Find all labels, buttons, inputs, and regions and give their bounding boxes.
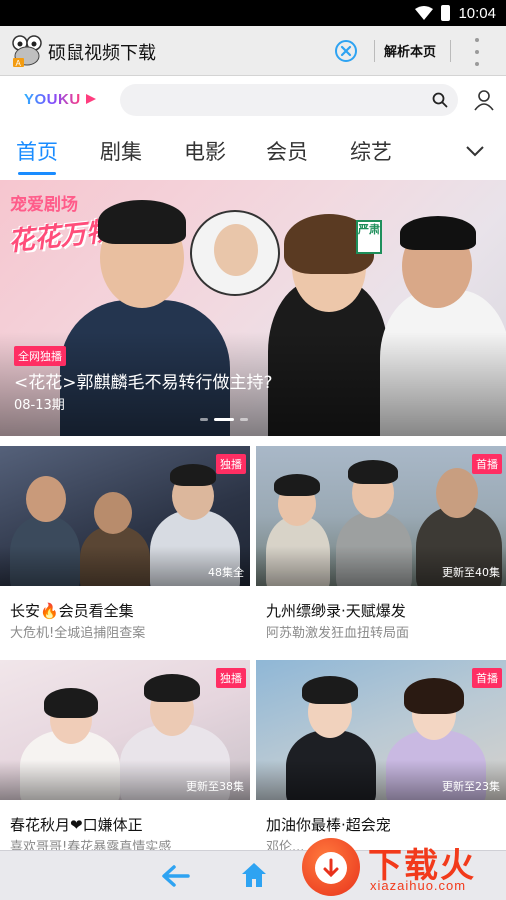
thumb-hair	[274, 474, 320, 496]
youku-logo[interactable]: YOUKU	[24, 91, 97, 108]
video-badge: 首播	[472, 454, 502, 474]
thumb-hair	[170, 464, 216, 486]
video-title[interactable]: 长安🔥会员看全集	[10, 600, 134, 621]
banner-badge: 全网独播	[14, 346, 66, 366]
chevron-down-icon[interactable]	[464, 140, 486, 162]
back-arrow-icon[interactable]	[160, 863, 190, 889]
video-card[interactable]: 首播 更新至23集 加油你最棒·超会宠 邓伦...	[256, 660, 506, 855]
status-bar: 10:04	[0, 0, 506, 26]
video-title[interactable]: 加油你最棒·超会宠	[266, 814, 391, 835]
thumb-face	[26, 476, 66, 522]
watermark: 下载火 xiazaihuo.com	[296, 834, 506, 900]
search-input[interactable]	[134, 90, 424, 110]
banner-sign: 严肃	[356, 220, 382, 254]
video-thumbnail[interactable]: 独播 48集全	[0, 446, 250, 586]
video-subtitle: 大危机!全城追捕阻查案	[10, 626, 146, 641]
video-badge: 独播	[216, 454, 246, 474]
video-title[interactable]: 春花秋月❤口嫌体正	[10, 814, 143, 835]
video-card[interactable]: 独播 更新至38集 春花秋月❤口嫌体正 喜欢哥哥!春花暴露真情实感	[0, 660, 250, 855]
episode-count: 更新至38集	[186, 780, 244, 793]
thumb-hair	[144, 674, 200, 702]
status-time: 10:04	[458, 4, 496, 22]
carousel-dot[interactable]	[200, 418, 208, 421]
play-triangle-icon	[86, 94, 97, 104]
active-tab-indicator	[18, 172, 56, 175]
search-bar[interactable]	[120, 84, 458, 116]
clear-icon[interactable]	[334, 39, 358, 63]
banner-title[interactable]: <花花>郭麒麟毛不易转行做主持?	[14, 368, 273, 393]
divider	[374, 40, 375, 62]
watermark-logo-icon	[302, 838, 360, 896]
video-subtitle: 阿苏勒激发狂血扭转局面	[266, 626, 410, 641]
tab-variety[interactable]: 综艺	[350, 136, 392, 166]
thumb-hair	[302, 676, 358, 704]
thumb-hair	[44, 688, 98, 718]
video-badge: 独播	[216, 668, 246, 688]
parse-page-button[interactable]: 解析本页	[384, 41, 436, 60]
app-title: 硕鼠视频下载	[48, 43, 156, 64]
tab-vip[interactable]: 会员	[266, 136, 308, 166]
carousel-dot-active[interactable]	[214, 418, 234, 421]
video-card[interactable]: 独播 48集全 长安🔥会员看全集 大危机!全城追捕阻查案	[0, 446, 250, 641]
carousel-dot[interactable]	[240, 418, 248, 421]
battery-icon	[441, 5, 451, 21]
user-icon[interactable]	[472, 88, 496, 112]
tab-home[interactable]: 首页	[16, 136, 58, 166]
search-icon[interactable]	[432, 92, 448, 108]
wifi-icon	[415, 6, 434, 20]
category-tabs: 首页 剧集 电影 会员 综艺	[0, 124, 506, 180]
divider	[450, 40, 451, 62]
banner-person-hair	[400, 216, 476, 250]
episode-count: 48集全	[208, 566, 244, 579]
video-thumbnail[interactable]: 独播 更新至38集	[0, 660, 250, 800]
banner-inset-face	[214, 224, 258, 276]
video-card[interactable]: 首播 更新至40集 九州缥缈录·天赋爆发 阿苏勒激发狂血扭转局面	[256, 446, 506, 641]
tab-movies[interactable]: 电影	[184, 136, 226, 166]
banner-person-hair	[98, 200, 186, 244]
svg-text:A: A	[16, 59, 22, 68]
episode-count: 更新至23集	[442, 780, 500, 793]
banner-show-tag: 宠爱剧场	[10, 195, 78, 215]
home-icon[interactable]	[240, 861, 268, 889]
thumb-face	[436, 468, 478, 518]
video-thumbnail[interactable]: 首播 更新至23集	[256, 660, 506, 800]
banner-date: 08-13期	[14, 398, 65, 413]
hero-banner[interactable]: 宠爱剧场 花花万物 严肃 全网独播 <花花>郭麒麟毛不易转行做主持? 08-13…	[0, 180, 506, 436]
thumb-hair	[348, 460, 398, 484]
episode-count: 更新至40集	[442, 566, 500, 579]
app-bar: A 硕鼠视频下载 解析本页	[0, 26, 506, 76]
app-logo-icon: A	[12, 35, 42, 68]
site-header: YOUKU	[0, 76, 506, 124]
more-menu-icon[interactable]	[470, 38, 484, 66]
video-title[interactable]: 九州缥缈录·天赋爆发	[266, 600, 406, 621]
video-thumbnail[interactable]: 首播 更新至40集	[256, 446, 506, 586]
watermark-url: xiazaihuo.com	[370, 878, 467, 893]
video-badge: 首播	[472, 668, 502, 688]
tab-series[interactable]: 剧集	[100, 136, 142, 166]
carousel-indicator	[200, 418, 248, 421]
thumb-hair	[404, 678, 464, 714]
thumb-face	[94, 492, 132, 534]
